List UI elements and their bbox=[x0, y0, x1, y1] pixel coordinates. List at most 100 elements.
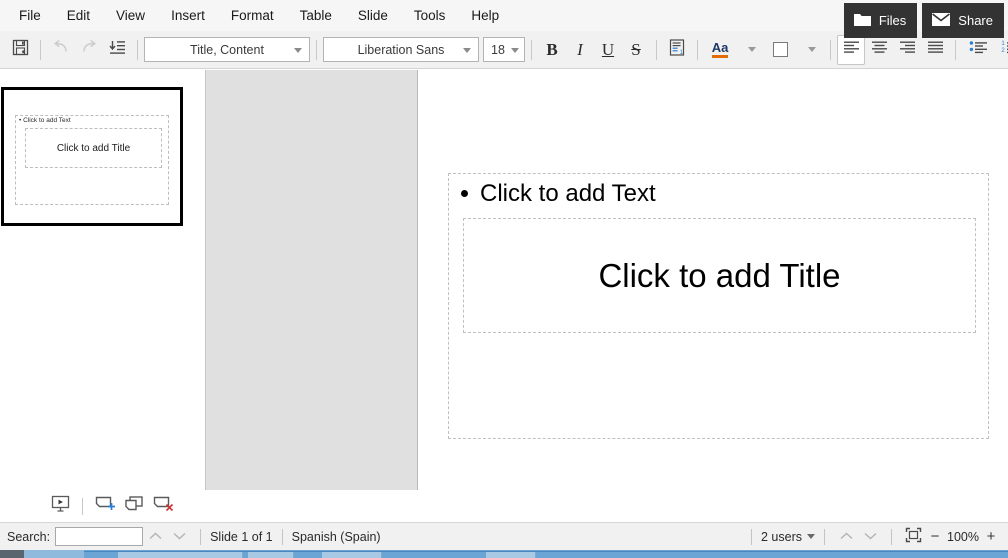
status-separator bbox=[891, 529, 892, 545]
save-icon bbox=[12, 39, 29, 61]
align-right-icon bbox=[899, 40, 916, 60]
nav-up-button[interactable] bbox=[834, 526, 858, 548]
paragraph-settings-icon: 1 bbox=[669, 39, 686, 61]
change-case-button[interactable]: Aa bbox=[704, 35, 736, 65]
menu-item-tools[interactable]: Tools bbox=[401, 3, 459, 28]
slide-thumbnail-panel[interactable]: • Click to add Text Click to add Title bbox=[0, 70, 205, 490]
font-size-select[interactable]: 18 bbox=[483, 37, 525, 62]
slide-canvas[interactable]: Click to add Text Click to add Title bbox=[419, 70, 1008, 490]
slide-view-toolbar bbox=[0, 490, 419, 522]
align-justify-button[interactable] bbox=[921, 35, 949, 65]
start-presentation-icon bbox=[51, 495, 70, 518]
search-next-button[interactable] bbox=[167, 526, 191, 548]
slide-count-label: Slide 1 of 1 bbox=[210, 530, 273, 544]
status-separator bbox=[824, 529, 825, 545]
menu-item-format[interactable]: Format bbox=[218, 3, 287, 28]
new-slide-button[interactable] bbox=[91, 494, 119, 518]
zoom-out-button[interactable]: − bbox=[925, 527, 945, 547]
align-right-button[interactable] bbox=[893, 35, 921, 65]
background-window-mid bbox=[24, 550, 84, 558]
bold-icon: B bbox=[546, 40, 557, 60]
menu-item-view[interactable]: View bbox=[103, 3, 158, 28]
align-justify-icon bbox=[927, 40, 944, 60]
share-button[interactable]: Share bbox=[922, 3, 1004, 38]
search-prev-button[interactable] bbox=[143, 526, 167, 548]
chevron-down-icon bbox=[808, 47, 816, 52]
menu-item-file[interactable]: File bbox=[6, 3, 54, 28]
highlight-color-icon bbox=[773, 42, 788, 57]
title-placeholder-text: Click to add Title bbox=[598, 259, 840, 292]
chevron-up-icon bbox=[148, 530, 163, 544]
strikethrough-button[interactable]: S bbox=[622, 35, 650, 65]
slide-layout-value: Title, Content bbox=[190, 43, 264, 57]
italic-icon: I bbox=[577, 40, 583, 60]
thumbnail-title-placeholder: Click to add Title bbox=[25, 128, 162, 168]
status-separator bbox=[282, 529, 283, 545]
chevron-down-icon bbox=[294, 48, 302, 53]
content-placeholder-text: Click to add Text bbox=[480, 182, 656, 206]
menu-item-help[interactable]: Help bbox=[458, 3, 512, 28]
underline-button[interactable]: U bbox=[594, 35, 622, 65]
undo-button[interactable] bbox=[47, 35, 75, 65]
bold-button[interactable]: B bbox=[538, 35, 566, 65]
menu-item-insert[interactable]: Insert bbox=[158, 3, 218, 28]
font-family-value: Liberation Sans bbox=[358, 43, 445, 57]
highlight-color-dropdown[interactable] bbox=[796, 35, 824, 65]
menu-item-slide[interactable]: Slide bbox=[345, 3, 401, 28]
list-indent-icon bbox=[108, 39, 126, 61]
numbered-list-button[interactable]: 1 2 bbox=[994, 35, 1008, 65]
change-case-dropdown[interactable] bbox=[736, 35, 764, 65]
indent-button[interactable] bbox=[103, 35, 131, 65]
delete-slide-button[interactable] bbox=[149, 494, 177, 518]
strikethrough-icon: S bbox=[631, 40, 640, 60]
folder-icon bbox=[853, 12, 872, 30]
align-left-button[interactable] bbox=[837, 35, 865, 65]
toolbar-separator bbox=[656, 40, 657, 60]
content-placeholder[interactable]: Click to add Text Click to add Title bbox=[448, 173, 989, 439]
zoom-in-button[interactable]: + bbox=[981, 527, 1001, 547]
menu-item-table[interactable]: Table bbox=[287, 3, 345, 28]
numbered-list-icon: 1 2 bbox=[1001, 40, 1008, 60]
align-center-icon bbox=[871, 40, 888, 60]
highlight-color-button[interactable] bbox=[764, 35, 796, 65]
slide-thumbnail-1[interactable]: • Click to add Text Click to add Title bbox=[1, 87, 183, 226]
bullet-list-button[interactable] bbox=[962, 35, 994, 65]
toolbar-separator bbox=[40, 40, 41, 60]
chevron-down-icon[interactable] bbox=[807, 534, 815, 539]
fit-to-frame-button[interactable] bbox=[901, 526, 925, 548]
background-window-tile bbox=[248, 552, 294, 558]
chevron-down-icon bbox=[172, 530, 187, 544]
slide-layout-select[interactable]: Title, Content bbox=[144, 37, 310, 62]
language-label[interactable]: Spanish (Spain) bbox=[292, 530, 381, 544]
files-button[interactable]: Files bbox=[844, 3, 917, 38]
align-center-button[interactable] bbox=[865, 35, 893, 65]
toolbar-separator bbox=[137, 40, 138, 60]
delete-slide-icon bbox=[153, 495, 174, 517]
duplicate-slide-button[interactable] bbox=[120, 494, 148, 518]
users-count-label[interactable]: 2 users bbox=[761, 530, 802, 544]
thumbnail-text-value: Click to add Text bbox=[23, 117, 71, 124]
search-label: Search: bbox=[7, 530, 50, 544]
italic-button[interactable]: I bbox=[566, 35, 594, 65]
files-button-label: Files bbox=[879, 14, 906, 27]
nav-down-button[interactable] bbox=[858, 526, 882, 548]
title-placeholder[interactable]: Click to add Title bbox=[463, 218, 976, 333]
toolbar-separator bbox=[697, 40, 698, 60]
background-window-tile bbox=[322, 552, 382, 558]
redo-button[interactable] bbox=[75, 35, 103, 65]
workspace-background bbox=[206, 70, 418, 490]
save-button[interactable] bbox=[6, 35, 34, 65]
paragraph-settings-button[interactable]: 1 bbox=[663, 35, 691, 65]
font-family-select[interactable]: Liberation Sans bbox=[323, 37, 479, 62]
bullet-list-icon bbox=[969, 40, 988, 60]
status-separator bbox=[751, 529, 752, 545]
search-input[interactable] bbox=[55, 527, 143, 546]
menu-item-edit[interactable]: Edit bbox=[54, 3, 103, 28]
svg-text:1: 1 bbox=[1001, 41, 1005, 47]
start-presentation-button[interactable] bbox=[46, 494, 74, 518]
change-case-icon: Aa bbox=[712, 41, 729, 58]
redo-icon bbox=[80, 39, 98, 61]
undo-icon bbox=[52, 39, 70, 61]
thumbnail-text-label: • Click to add Text bbox=[19, 118, 71, 125]
toolbar-separator bbox=[531, 40, 532, 60]
